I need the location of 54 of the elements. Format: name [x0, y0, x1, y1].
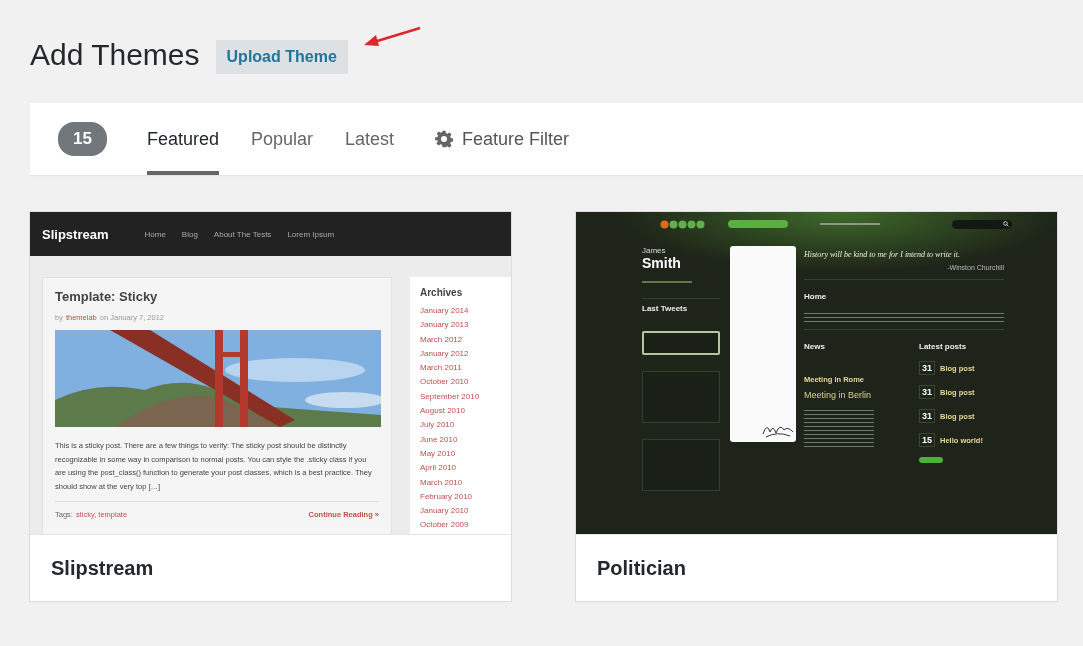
archive-link: March 2012 — [420, 333, 464, 346]
archive-link: March 2011 — [420, 362, 463, 375]
archive-link: March 2010 — [420, 476, 464, 489]
feature-filter-link[interactable]: Feature Filter — [435, 103, 570, 175]
archive-link: January 2013 — [420, 319, 470, 332]
archive-link: May 2010 — [420, 447, 457, 460]
more-button — [919, 457, 943, 463]
search-icon — [1003, 221, 1009, 227]
arrow-drawing — [362, 26, 422, 48]
news-title: Meeting in Berlin — [804, 390, 873, 400]
tweets-heading: Last Tweets — [642, 298, 720, 313]
news-heading: News — [804, 342, 826, 351]
site-nav-link: About The Tests — [213, 229, 272, 239]
site-nav-link: Home — [144, 229, 166, 239]
latest-posts-heading: Latest posts — [919, 342, 968, 351]
site-nav-link: Blog — [181, 229, 198, 239]
page-title: Add Themes — [30, 38, 200, 72]
post-day: 15 — [919, 433, 935, 447]
theme-card[interactable] — [576, 212, 1057, 601]
site-nav-link: Lorem Ipsum — [287, 229, 335, 239]
post-day: 31 — [919, 409, 935, 423]
archive-link: August 2010 — [420, 405, 466, 418]
quote-text: History will be kind to me for I intend to write it. — [804, 250, 961, 259]
archive-link: June 2010 — [420, 433, 459, 446]
theme-name: Politician — [576, 534, 1057, 601]
gear-icon — [435, 130, 454, 148]
first-name: James — [642, 246, 667, 255]
upload-theme-button[interactable]: Upload Theme — [215, 40, 348, 74]
archive-link: January 2012 — [420, 347, 470, 360]
filter-tab[interactable]: Popular — [250, 103, 313, 175]
theme-card[interactable] — [30, 212, 511, 601]
last-name: Smith — [642, 255, 682, 271]
archives-title: Archives — [420, 287, 464, 298]
filter-tab[interactable]: Latest — [345, 103, 395, 175]
theme-name: Slipstream — [30, 534, 511, 601]
archive-link: April 2010 — [420, 462, 458, 475]
tagline-line — [642, 281, 692, 283]
filter-tab[interactable]: Featured — [146, 103, 219, 175]
archive-link: January 2010 — [420, 505, 470, 518]
archive-link: July 2010 — [420, 419, 456, 432]
theme-count-badge: 15 — [58, 122, 107, 156]
site-button — [728, 220, 788, 228]
archive-link: January 2014 — [420, 305, 470, 317]
archive-link: September 2010 — [420, 390, 481, 403]
archive-link: February 2010 — [420, 490, 474, 503]
social-icons-drawing — [660, 219, 706, 229]
post-title: Template: Sticky — [55, 289, 159, 304]
site-nav-lines — [820, 223, 880, 225]
post-day: 31 — [919, 361, 935, 375]
site-title: Slipstream — [42, 226, 109, 242]
archive-link: October 2009 — [420, 519, 470, 532]
post-day: 31 — [919, 385, 935, 399]
home-heading: Home — [804, 292, 828, 301]
archive-link: October 2010 — [420, 376, 470, 389]
